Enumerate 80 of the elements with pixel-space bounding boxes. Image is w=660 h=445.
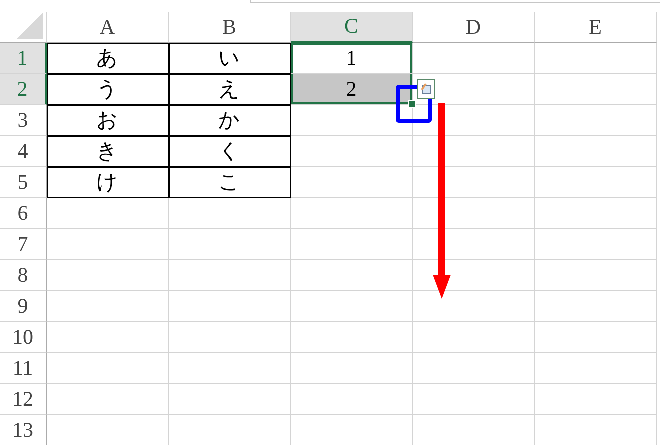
table-cell[interactable]: [47, 291, 169, 322]
table-cell[interactable]: け: [47, 167, 169, 198]
table-cell[interactable]: [169, 384, 291, 415]
select-all-button[interactable]: [0, 12, 47, 43]
table-cell[interactable]: [535, 353, 657, 384]
table-cell[interactable]: [169, 291, 291, 322]
row-header[interactable]: 9: [0, 291, 47, 322]
table-cell[interactable]: [535, 198, 657, 229]
row-header[interactable]: 2: [0, 74, 47, 105]
table-cell[interactable]: [291, 229, 413, 260]
table-cell[interactable]: [413, 260, 535, 291]
row-header[interactable]: 12: [0, 384, 47, 415]
table-cell[interactable]: 2: [291, 74, 413, 105]
column-header[interactable]: B: [169, 12, 291, 43]
table-cell[interactable]: [291, 384, 413, 415]
table-cell[interactable]: [535, 260, 657, 291]
table-cell[interactable]: [169, 353, 291, 384]
table-cell[interactable]: [413, 291, 535, 322]
table-cell[interactable]: き: [47, 136, 169, 167]
table-cell[interactable]: [291, 322, 413, 353]
table-cell[interactable]: [291, 291, 413, 322]
row-header[interactable]: 5: [0, 167, 47, 198]
column-header[interactable]: C: [291, 12, 413, 43]
row-header[interactable]: 10: [0, 322, 47, 353]
table-cell[interactable]: [169, 260, 291, 291]
table-cell[interactable]: あ: [47, 43, 169, 74]
table-cell[interactable]: [47, 198, 169, 229]
table-cell[interactable]: こ: [169, 167, 291, 198]
table-cell[interactable]: [413, 384, 535, 415]
table-cell[interactable]: [413, 136, 535, 167]
row-header[interactable]: 11: [0, 353, 47, 384]
fill-handle[interactable]: [408, 100, 416, 108]
row-header[interactable]: 1: [0, 43, 47, 74]
table-cell[interactable]: [413, 198, 535, 229]
row-header[interactable]: 8: [0, 260, 47, 291]
table-cell[interactable]: [535, 167, 657, 198]
row-header[interactable]: 3: [0, 105, 47, 136]
table-cell[interactable]: [47, 353, 169, 384]
table-cell[interactable]: [47, 229, 169, 260]
table-cell[interactable]: か: [169, 105, 291, 136]
table-cell[interactable]: [291, 105, 413, 136]
column-header[interactable]: A: [47, 12, 169, 43]
row-header[interactable]: 6: [0, 198, 47, 229]
row-header[interactable]: 7: [0, 229, 47, 260]
column-header[interactable]: E: [535, 12, 657, 43]
table-cell[interactable]: [413, 105, 535, 136]
column-header[interactable]: D: [413, 12, 535, 43]
table-cell[interactable]: 1: [291, 43, 413, 74]
table-cell[interactable]: [413, 229, 535, 260]
table-cell[interactable]: [535, 229, 657, 260]
table-cell[interactable]: [291, 260, 413, 291]
table-cell[interactable]: [413, 353, 535, 384]
table-cell[interactable]: [535, 291, 657, 322]
table-cell[interactable]: [291, 167, 413, 198]
table-cell[interactable]: [535, 136, 657, 167]
table-cell[interactable]: [169, 322, 291, 353]
row-header[interactable]: 4: [0, 136, 47, 167]
table-cell[interactable]: い: [169, 43, 291, 74]
table-cell[interactable]: [535, 384, 657, 415]
table-cell[interactable]: [535, 74, 657, 105]
table-cell[interactable]: [413, 167, 535, 198]
table-cell[interactable]: [535, 43, 657, 74]
table-cell[interactable]: [291, 198, 413, 229]
table-cell[interactable]: お: [47, 105, 169, 136]
table-cell[interactable]: [169, 198, 291, 229]
table-cell[interactable]: [47, 322, 169, 353]
table-cell[interactable]: く: [169, 136, 291, 167]
table-cell[interactable]: [413, 43, 535, 74]
table-cell[interactable]: う: [47, 74, 169, 105]
autofill-options-button[interactable]: [417, 79, 435, 99]
table-cell[interactable]: [291, 136, 413, 167]
table-cell[interactable]: [47, 260, 169, 291]
table-cell[interactable]: [413, 322, 535, 353]
brush-icon: [419, 82, 433, 96]
table-cell[interactable]: [535, 105, 657, 136]
table-cell[interactable]: [535, 322, 657, 353]
table-cell[interactable]: [291, 353, 413, 384]
table-cell[interactable]: [47, 384, 169, 415]
table-cell[interactable]: え: [169, 74, 291, 105]
table-cell[interactable]: [169, 229, 291, 260]
